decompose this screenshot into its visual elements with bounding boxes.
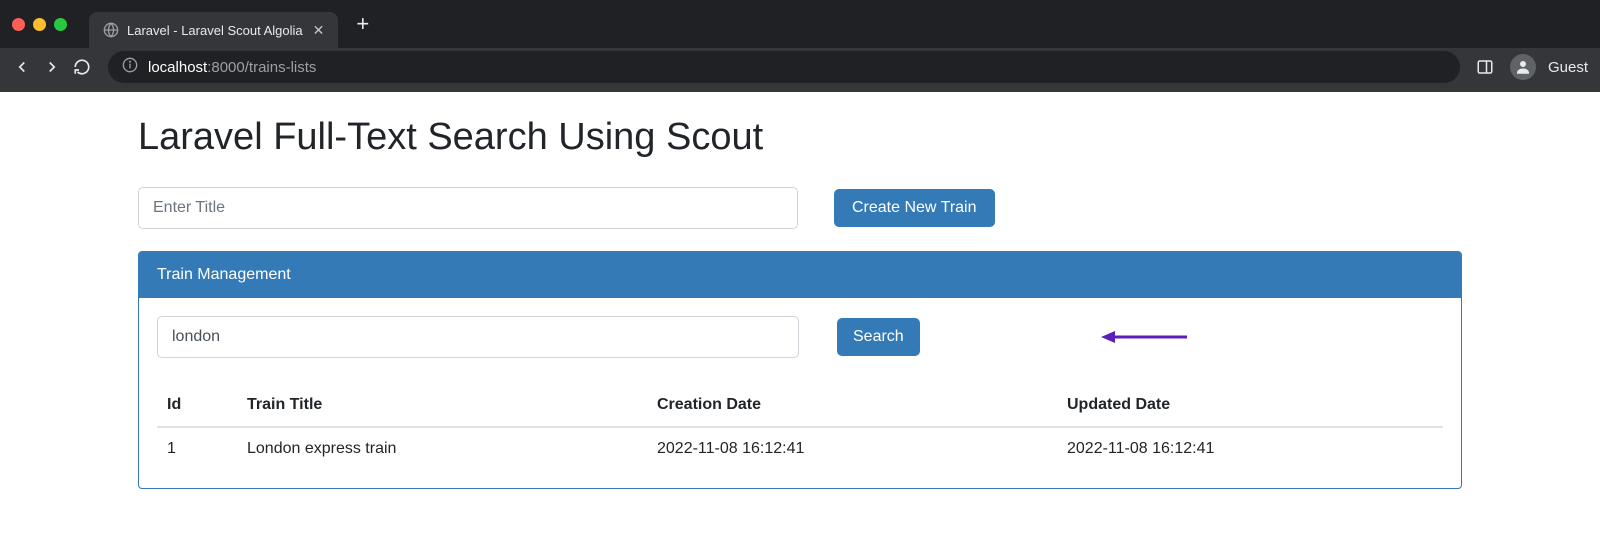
avatar-icon xyxy=(1510,54,1536,80)
top-action-row: Create New Train xyxy=(138,187,1462,229)
side-panel-icon[interactable] xyxy=(1476,58,1494,76)
cell-updated: 2022-11-08 16:12:41 xyxy=(1057,427,1443,470)
guest-label: Guest xyxy=(1548,59,1588,76)
reload-button[interactable] xyxy=(72,57,92,77)
address-bar[interactable]: localhost:8000/trains-lists xyxy=(108,51,1460,83)
minimize-window-icon[interactable] xyxy=(33,18,46,31)
create-train-button[interactable]: Create New Train xyxy=(834,189,995,227)
page-title: Laravel Full-Text Search Using Scout xyxy=(138,92,1462,187)
browser-chrome: Laravel - Laravel Scout Algolia ✕ + loca… xyxy=(0,0,1600,92)
search-row: Search xyxy=(157,316,1443,358)
back-button[interactable] xyxy=(12,57,32,77)
close-tab-icon[interactable]: ✕ xyxy=(313,22,325,39)
col-updated: Updated Date xyxy=(1057,384,1443,427)
search-button[interactable]: Search xyxy=(837,318,920,356)
table-row: 1London express train2022-11-08 16:12:41… xyxy=(157,427,1443,470)
col-id: Id xyxy=(157,384,237,427)
cell-title: London express train xyxy=(237,427,647,470)
tab-title: Laravel - Laravel Scout Algolia xyxy=(127,23,303,38)
window-controls xyxy=(12,18,67,31)
col-title: Train Title xyxy=(237,384,647,427)
title-input[interactable] xyxy=(138,187,798,229)
close-window-icon[interactable] xyxy=(12,18,25,31)
cell-id: 1 xyxy=(157,427,237,470)
url-text: localhost:8000/trains-lists xyxy=(148,59,316,76)
globe-icon xyxy=(103,22,119,38)
search-input[interactable] xyxy=(157,316,799,358)
site-info-icon[interactable] xyxy=(122,57,138,77)
cell-created: 2022-11-08 16:12:41 xyxy=(647,427,1057,470)
profile-area[interactable]: Guest xyxy=(1510,54,1588,80)
forward-button[interactable] xyxy=(42,57,62,77)
train-management-panel: Train Management Search Id xyxy=(138,251,1462,489)
nav-bar: localhost:8000/trains-lists Guest xyxy=(0,48,1600,92)
col-created: Creation Date xyxy=(647,384,1057,427)
annotation-arrow xyxy=(1099,327,1189,347)
page-content: Laravel Full-Text Search Using Scout Cre… xyxy=(0,92,1600,529)
table-header-row: Id Train Title Creation Date Updated Dat… xyxy=(157,384,1443,427)
tab-bar: Laravel - Laravel Scout Algolia ✕ + xyxy=(0,0,1600,48)
trains-table: Id Train Title Creation Date Updated Dat… xyxy=(157,384,1443,470)
browser-tab[interactable]: Laravel - Laravel Scout Algolia ✕ xyxy=(89,12,338,48)
panel-header: Train Management xyxy=(139,252,1461,298)
maximize-window-icon[interactable] xyxy=(54,18,67,31)
new-tab-button[interactable]: + xyxy=(356,11,369,37)
